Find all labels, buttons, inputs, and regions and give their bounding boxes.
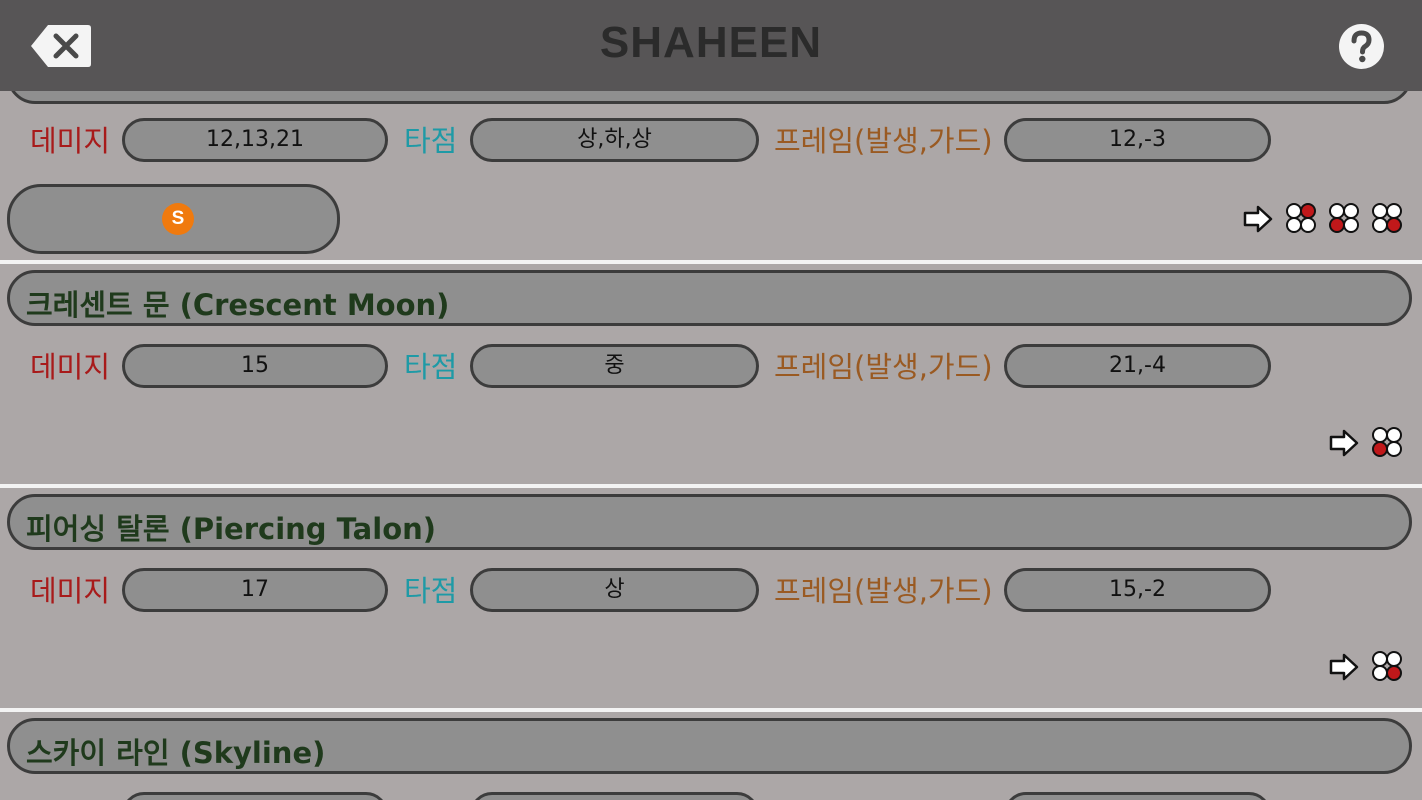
frame-label: 프레임(발생,가드)	[774, 124, 993, 158]
frame-label: 프레임(발생,가드)	[774, 792, 993, 800]
button-4-icon	[1372, 203, 1402, 233]
hit-label: 타점	[404, 574, 458, 608]
hit-label: 타점	[404, 350, 458, 384]
damage-label: 데미지	[30, 124, 111, 158]
damage-value: 12,13,21	[122, 118, 388, 162]
move-list[interactable]: 데미지 12,13,21 타점 상,하,상 프레임(발생,가드) 12,-3 S	[0, 0, 1422, 800]
s-icon: S	[162, 203, 194, 235]
forward-arrow-icon	[1329, 653, 1359, 681]
hit-value: 상	[470, 568, 759, 612]
hit-label: 타점	[404, 124, 458, 158]
button-3-icon	[1372, 427, 1402, 457]
help-icon[interactable]	[1338, 23, 1385, 70]
frame-value: 15,-2	[1004, 568, 1271, 612]
forward-arrow-icon	[1243, 205, 1273, 233]
damage-label: 데미지	[30, 350, 111, 384]
move-name-pill: 크레센트 문 (Crescent Moon)	[7, 270, 1412, 326]
move-card[interactable]: 스카이 라인 (Skyline) 데미지 타점 프레임(발생,가드)	[0, 712, 1422, 800]
hit-value	[470, 792, 759, 800]
damage-value: 15	[122, 344, 388, 388]
frame-label: 프레임(발생,가드)	[774, 574, 993, 608]
move-name: 스카이 라인 (Skyline)	[26, 736, 326, 770]
damage-value: 17	[122, 568, 388, 612]
damage-label: 데미지	[30, 792, 110, 800]
frame-label: 프레임(발생,가드)	[774, 350, 993, 384]
move-name-pill: 스카이 라인 (Skyline)	[7, 718, 1412, 774]
damage-label: 데미지	[30, 574, 111, 608]
damage-value	[122, 792, 388, 800]
button-1-icon	[1286, 203, 1316, 233]
button-4-icon	[1372, 651, 1402, 681]
move-name: 크레센트 문 (Crescent Moon)	[26, 288, 450, 322]
page-title: SHAHEEN	[599, 18, 823, 67]
move-name-pill: 피어싱 탈론 (Piercing Talon)	[7, 494, 1412, 550]
hit-label: 타점	[404, 792, 457, 800]
special-command-pill[interactable]: S	[7, 184, 340, 254]
frame-value: 21,-4	[1004, 344, 1271, 388]
hit-value: 중	[470, 344, 759, 388]
button-3-icon	[1329, 203, 1359, 233]
top-bar: SHAHEEN	[0, 0, 1422, 91]
move-card[interactable]: 크레센트 문 (Crescent Moon) 데미지 15 타점 중 프레임(발…	[0, 264, 1422, 484]
move-name: 피어싱 탈론 (Piercing Talon)	[26, 512, 437, 546]
frame-value	[1004, 792, 1271, 800]
hit-value: 상,하,상	[470, 118, 759, 162]
move-card[interactable]: 피어싱 탈론 (Piercing Talon) 데미지 17 타점 상 프레임(…	[0, 488, 1422, 708]
frame-value: 12,-3	[1004, 118, 1271, 162]
forward-arrow-icon	[1329, 429, 1359, 457]
